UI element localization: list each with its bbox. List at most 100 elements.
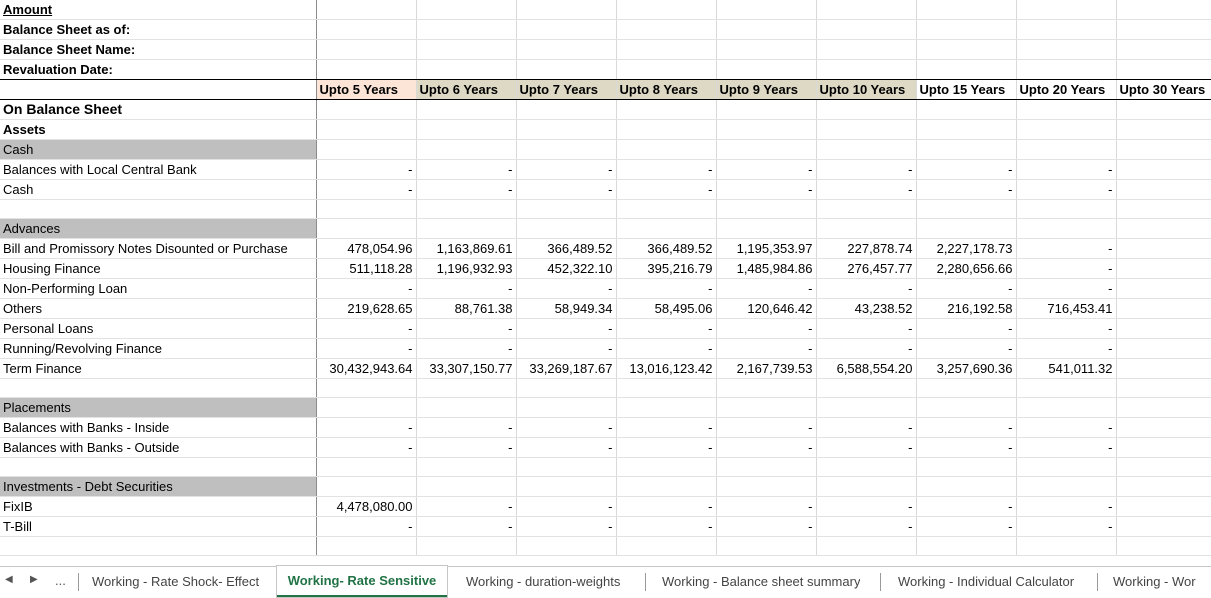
value-cell[interactable] bbox=[316, 119, 417, 140]
value-cell[interactable] bbox=[1116, 99, 1211, 120]
value-cell[interactable]: - bbox=[516, 278, 617, 299]
value-cell[interactable] bbox=[416, 218, 517, 239]
value-cell[interactable] bbox=[916, 119, 1017, 140]
value-cell[interactable]: - bbox=[316, 179, 417, 200]
value-cell[interactable]: - bbox=[916, 338, 1017, 359]
value-cell[interactable] bbox=[616, 199, 717, 219]
tab-balance-sheet-summary[interactable]: Working - Balance sheet summary bbox=[662, 567, 860, 596]
value-cell[interactable]: - bbox=[416, 496, 517, 517]
value-cell[interactable]: - bbox=[416, 417, 517, 438]
value-cell[interactable] bbox=[316, 536, 417, 556]
row-label-cell[interactable]: Balances with Banks - Outside bbox=[0, 437, 317, 458]
column-header-6[interactable]: Upto 10 Years bbox=[816, 79, 917, 100]
value-cell[interactable]: 366,489.52 bbox=[616, 238, 717, 259]
column-header-1[interactable]: Upto 5 Years bbox=[316, 79, 417, 100]
value-cell[interactable] bbox=[416, 476, 517, 497]
value-cell[interactable] bbox=[1116, 199, 1211, 219]
value-cell[interactable]: 30,432,943.64 bbox=[316, 358, 417, 379]
value-cell[interactable]: - bbox=[1016, 258, 1117, 279]
value-cell[interactable] bbox=[616, 397, 717, 418]
value-cell[interactable] bbox=[1016, 378, 1117, 398]
value-cell[interactable] bbox=[416, 397, 517, 418]
value-cell[interactable]: 33,307,150.77 bbox=[416, 358, 517, 379]
value-cell[interactable]: - bbox=[616, 179, 717, 200]
value-cell[interactable]: 33,269,187.67 bbox=[516, 358, 617, 379]
value-cell[interactable]: - bbox=[816, 179, 917, 200]
value-cell[interactable]: - bbox=[816, 159, 917, 180]
value-cell[interactable] bbox=[416, 119, 517, 140]
revaluation-date-label[interactable]: Revaluation Date: bbox=[0, 59, 317, 80]
value-cell[interactable] bbox=[716, 536, 817, 556]
value-cell[interactable] bbox=[516, 99, 617, 120]
row-label-cell[interactable]: Advances bbox=[0, 218, 317, 239]
value-cell[interactable] bbox=[416, 99, 517, 120]
value-cell[interactable] bbox=[816, 457, 917, 477]
value-cell[interactable]: - bbox=[816, 417, 917, 438]
balance-sheet-as-of-label[interactable]: Balance Sheet as of: bbox=[0, 19, 317, 40]
row-label-cell[interactable]: Others bbox=[0, 298, 317, 319]
row-label-cell[interactable]: FixIB bbox=[0, 496, 317, 517]
column-header-3[interactable]: Upto 7 Years bbox=[516, 79, 617, 100]
value-cell[interactable]: - bbox=[916, 516, 1017, 537]
value-cell[interactable]: - bbox=[1016, 516, 1117, 537]
row-label-cell[interactable]: Cash bbox=[0, 179, 317, 200]
value-cell[interactable]: 276,457.77 bbox=[816, 258, 917, 279]
value-cell[interactable] bbox=[816, 397, 917, 418]
value-cell[interactable] bbox=[716, 476, 817, 497]
value-cell[interactable]: 716,453.41 bbox=[1016, 298, 1117, 319]
value-cell[interactable]: - bbox=[1016, 238, 1117, 259]
value-cell[interactable] bbox=[516, 119, 617, 140]
value-cell[interactable] bbox=[1116, 159, 1211, 180]
value-cell[interactable] bbox=[916, 139, 1017, 160]
row-label-cell[interactable]: Assets bbox=[0, 119, 317, 140]
value-cell[interactable]: 2,280,656.66 bbox=[916, 258, 1017, 279]
column-header-blank[interactable] bbox=[0, 79, 317, 100]
value-cell[interactable] bbox=[1016, 476, 1117, 497]
row-label-cell[interactable]: Personal Loans bbox=[0, 318, 317, 339]
column-header-9[interactable]: Upto 30 Years bbox=[1116, 79, 1211, 100]
value-cell[interactable]: 13,016,123.42 bbox=[616, 358, 717, 379]
value-cell[interactable] bbox=[916, 476, 1017, 497]
value-cell[interactable]: 219,628.65 bbox=[316, 298, 417, 319]
value-cell[interactable] bbox=[716, 99, 817, 120]
value-cell[interactable]: 2,227,178.73 bbox=[916, 238, 1017, 259]
value-cell[interactable] bbox=[1116, 358, 1211, 379]
value-cell[interactable] bbox=[416, 378, 517, 398]
value-cell[interactable]: - bbox=[816, 516, 917, 537]
value-cell[interactable]: - bbox=[316, 278, 417, 299]
value-cell[interactable]: - bbox=[516, 318, 617, 339]
value-cell[interactable]: - bbox=[616, 437, 717, 458]
value-cell[interactable]: - bbox=[716, 516, 817, 537]
value-cell[interactable] bbox=[1116, 238, 1211, 259]
amount-label[interactable]: Amount bbox=[0, 0, 317, 20]
value-cell[interactable]: 2,167,739.53 bbox=[716, 358, 817, 379]
value-cell[interactable]: - bbox=[516, 437, 617, 458]
value-cell[interactable] bbox=[916, 99, 1017, 120]
value-cell[interactable]: - bbox=[616, 516, 717, 537]
value-cell[interactable]: - bbox=[616, 338, 717, 359]
column-header-8[interactable]: Upto 20 Years bbox=[1016, 79, 1117, 100]
value-cell[interactable] bbox=[616, 139, 717, 160]
value-cell[interactable]: - bbox=[816, 338, 917, 359]
value-cell[interactable]: - bbox=[716, 318, 817, 339]
row-label-cell[interactable] bbox=[0, 378, 317, 398]
value-cell[interactable]: 216,192.58 bbox=[916, 298, 1017, 319]
value-cell[interactable]: - bbox=[816, 278, 917, 299]
value-cell[interactable] bbox=[416, 457, 517, 477]
column-header-2[interactable]: Upto 6 Years bbox=[416, 79, 517, 100]
value-cell[interactable]: - bbox=[416, 437, 517, 458]
row-label-cell[interactable] bbox=[0, 199, 317, 219]
value-cell[interactable] bbox=[916, 199, 1017, 219]
value-cell[interactable]: - bbox=[316, 338, 417, 359]
value-cell[interactable]: - bbox=[816, 318, 917, 339]
value-cell[interactable] bbox=[816, 218, 917, 239]
row-label-cell[interactable]: Term Finance bbox=[0, 358, 317, 379]
value-cell[interactable] bbox=[1016, 536, 1117, 556]
value-cell[interactable] bbox=[316, 378, 417, 398]
value-cell[interactable] bbox=[516, 457, 617, 477]
value-cell[interactable] bbox=[1116, 258, 1211, 279]
value-cell[interactable]: - bbox=[516, 417, 617, 438]
row-label-cell[interactable]: T-Bill bbox=[0, 516, 317, 537]
value-cell[interactable] bbox=[616, 476, 717, 497]
value-cell[interactable]: - bbox=[616, 159, 717, 180]
